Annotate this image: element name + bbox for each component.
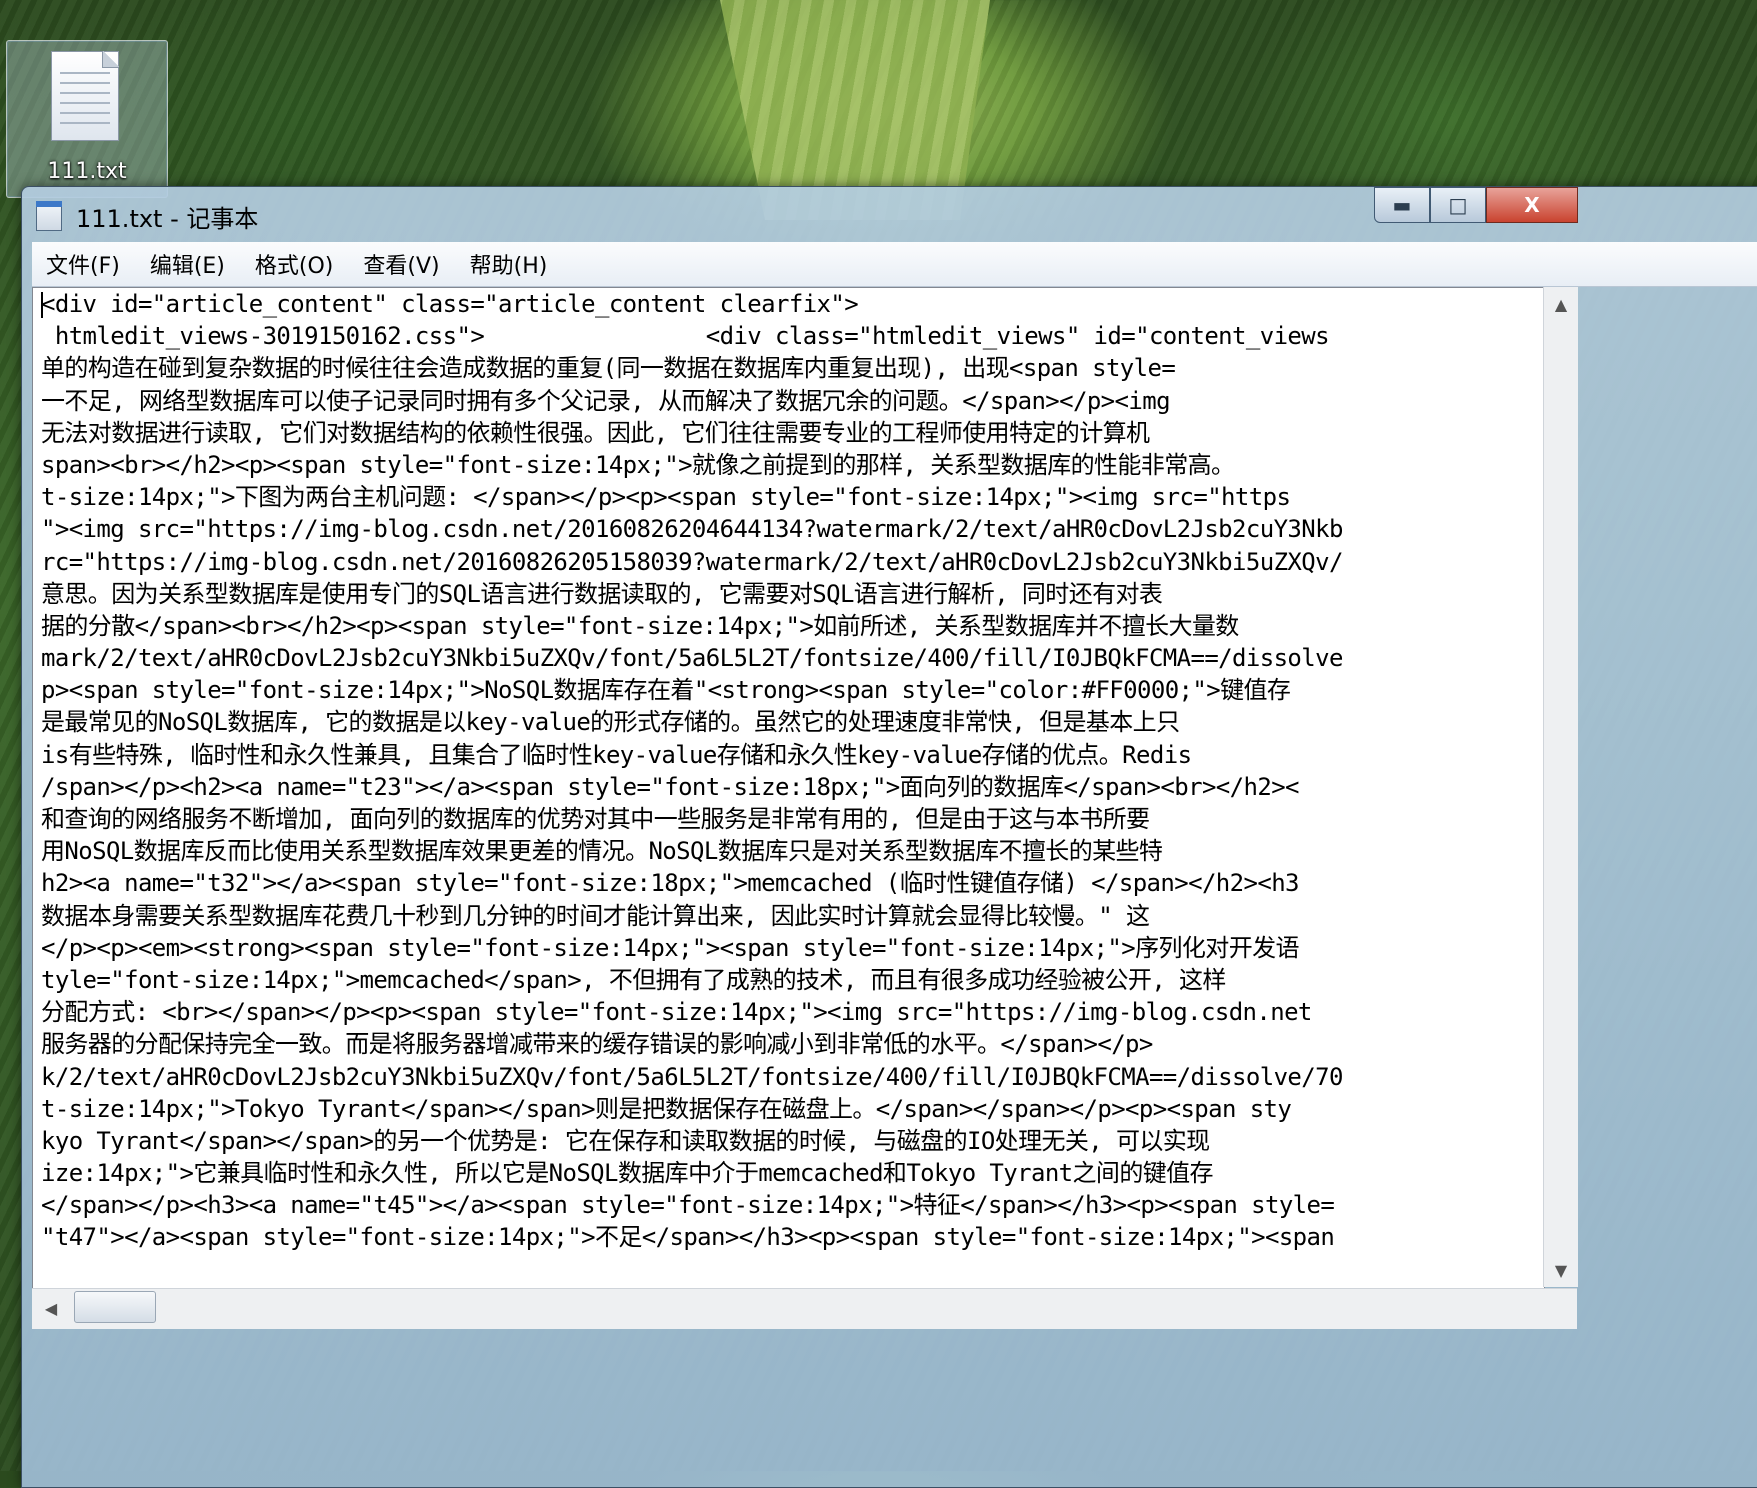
- text-line[interactable]: 无法对数据进行读取, 它们对数据结构的依赖性很强。因此, 它们往往需要专业的工程…: [33, 417, 1544, 449]
- text-line[interactable]: <div id="article_content" class="article…: [33, 288, 1544, 320]
- text-line[interactable]: "><img src="https://img-blog.csdn.net/20…: [33, 513, 1544, 545]
- text-line[interactable]: 意思。因为关系型数据库是使用专门的SQL语言进行数据读取的, 它需要对SQL语言…: [33, 578, 1544, 610]
- text-line[interactable]: h2><a name="t32"></a><span style="font-s…: [33, 867, 1544, 899]
- close-button[interactable]: X: [1486, 187, 1578, 223]
- maximize-button[interactable]: □: [1430, 187, 1486, 223]
- horizontal-scroll-thumb[interactable]: [74, 1291, 156, 1323]
- text-line[interactable]: p><span style="font-size:14px;">NoSQL数据库…: [33, 674, 1544, 706]
- text-line[interactable]: </span></p><h3><a name="t45"></a><span s…: [33, 1189, 1544, 1221]
- text-line[interactable]: "t47"></a><span style="font-size:14px;">…: [33, 1221, 1544, 1253]
- notepad-icon: [36, 201, 62, 231]
- text-line[interactable]: </p><p><em><strong><span style="font-siz…: [33, 932, 1544, 964]
- vertical-scrollbar[interactable]: ▲ ▼: [1543, 287, 1578, 1287]
- menu-edit[interactable]: 编辑(E): [136, 248, 239, 280]
- text-line[interactable]: mark/2/text/aHR0cDovL2Jsb2cuY3Nkbi5uZXQv…: [33, 642, 1544, 674]
- menu-help[interactable]: 帮助(H): [456, 248, 562, 280]
- text-line[interactable]: 一不足, 网络型数据库可以使子记录同时拥有多个父记录, 从而解决了数据冗余的问题…: [33, 385, 1544, 417]
- menu-format[interactable]: 格式(O): [241, 248, 347, 280]
- window-controls: ▬ □ X: [1374, 187, 1578, 223]
- scroll-up-icon[interactable]: ▲: [1544, 287, 1578, 321]
- text-line[interactable]: 服务器的分配保持完全一致。而是将服务器增减带来的缓存错误的影响减小到非常低的水平…: [33, 1028, 1544, 1060]
- text-line[interactable]: 是最常见的NoSQL数据库, 它的数据是以key-value的形式存储的。虽然它…: [33, 706, 1544, 738]
- scroll-down-icon[interactable]: ▼: [1544, 1253, 1578, 1287]
- notepad-window: 111.txt - 记事本 ▬ □ X 文件(F) 编辑(E) 格式(O) 查看…: [21, 186, 1757, 1488]
- menu-view[interactable]: 查看(V): [349, 248, 453, 280]
- text-line[interactable]: 用NoSQL数据库反而比使用关系型数据库效果更差的情况。NoSQL数据库只是对关…: [33, 835, 1544, 867]
- text-line[interactable]: t-size:14px;">下图为两台主机问题: </span></p><p><…: [33, 481, 1544, 513]
- scroll-left-icon[interactable]: ◀: [36, 1293, 66, 1323]
- text-line[interactable]: 和查询的网络服务不断增加, 面向列的数据库的优势对其中一些服务是非常有用的, 但…: [33, 803, 1544, 835]
- text-file-icon: [51, 51, 119, 141]
- menu-file[interactable]: 文件(F): [32, 248, 134, 280]
- text-line[interactable]: ize:14px;">它兼具临时性和永久性, 所以它是NoSQL数据库中介于me…: [33, 1157, 1544, 1189]
- text-line[interactable]: 据的分散</span><br></h2><p><span style="font…: [33, 610, 1544, 642]
- text-line[interactable]: span><br></h2><p><span style="font-size:…: [33, 449, 1544, 481]
- menu-bar: 文件(F) 编辑(E) 格式(O) 查看(V) 帮助(H): [32, 242, 1757, 287]
- text-line[interactable]: htmledit_views-3019150162.css"> <div cla…: [33, 320, 1544, 352]
- desktop-file-icon[interactable]: 111.txt: [6, 40, 168, 198]
- text-line[interactable]: 分配方式: <br></span></p><p><span style="fon…: [33, 996, 1544, 1028]
- minimize-button[interactable]: ▬: [1374, 187, 1430, 223]
- text-line[interactable]: 单的构造在碰到复杂数据的时候往往会造成数据的重复(同一数据在数据库内重复出现),…: [33, 352, 1544, 384]
- text-line[interactable]: 数据本身需要关系型数据库花费几十秒到几分钟的时间才能计算出来, 因此实时计算就会…: [33, 900, 1544, 932]
- text-line[interactable]: rc="https://img-blog.csdn.net/2016082620…: [33, 546, 1544, 578]
- text-line[interactable]: /span></p><h2><a name="t23"></a><span st…: [33, 771, 1544, 803]
- text-line[interactable]: tyle="font-size:14px;">memcached</span>,…: [33, 964, 1544, 996]
- text-editor-area[interactable]: <div id="article_content" class="article…: [32, 287, 1545, 1289]
- text-line[interactable]: t-size:14px;">Tokyo Tyrant</span></span>…: [33, 1093, 1544, 1125]
- text-line[interactable]: k/2/text/aHR0cDovL2Jsb2cuY3Nkbi5uZXQv/fo…: [33, 1061, 1544, 1093]
- window-title: 111.txt - 记事本: [76, 205, 259, 233]
- desktop-file-label: 111.txt: [47, 159, 127, 184]
- text-line[interactable]: kyo Tyrant</span></span>的另一个优势是: 它在保存和读取…: [33, 1125, 1544, 1157]
- horizontal-scrollbar[interactable]: ◀: [32, 1288, 1577, 1329]
- text-line[interactable]: is有些特殊, 临时性和永久性兼具, 且集合了临时性key-value存储和永久…: [33, 739, 1544, 771]
